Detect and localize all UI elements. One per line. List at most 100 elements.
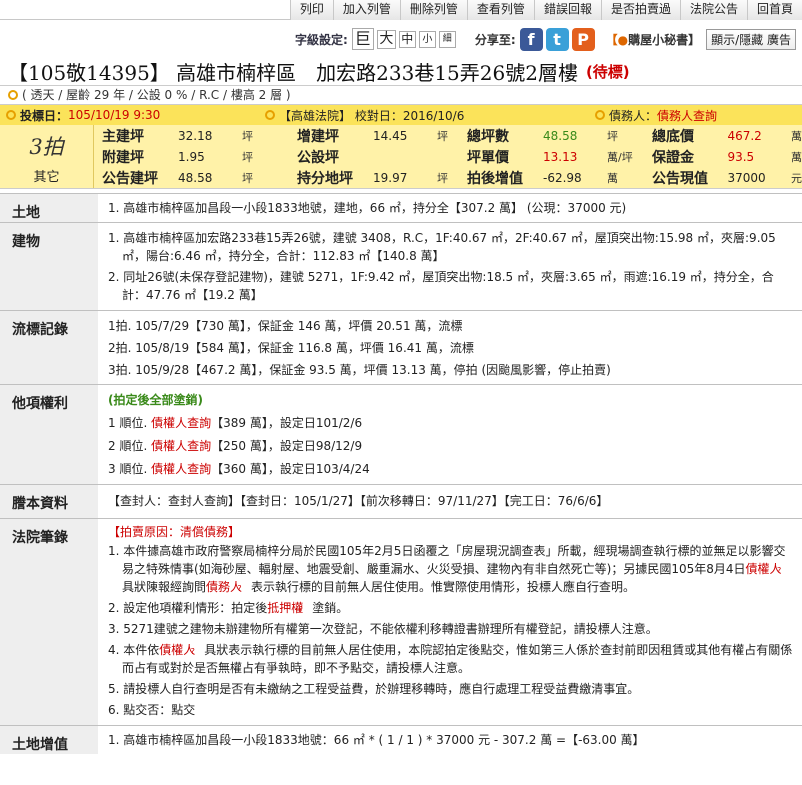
price-label: 保證金 [652,149,694,166]
history-value: 1拍. 105/7/29【730 萬】，保証金 146 萬，坪價 20.51 萬… [98,310,802,385]
price-value: 1.95 [178,149,205,164]
property-summary: ( 透天 / 屋齡 29 年 / 公設 0 % / R.C / 樓高 2 層 ) [0,86,802,105]
price-cell: 公告建坪 48.58 坪 [102,167,297,189]
help-icon[interactable]: ? [777,566,791,575]
plurk-icon[interactable]: P [571,27,595,51]
price-unit: 坪 [242,129,253,143]
top-toolbar: 列印 加入列管 刪除列管 查看列管 錯誤回報 是否拍賣過 法院公告 回首頁 [0,0,802,20]
auction-round: 3拍 其它 [0,125,94,188]
history-item: 1拍. 105/7/29【730 萬】，保証金 146 萬，坪價 20.51 萬… [108,319,463,333]
rights-detail: 【360 萬】，設定日103/4/24 [211,462,370,476]
building-value: 1. 高雄市楠梓區加宏路233巷15弄26號，建號 3408，R.C，1F:40… [98,222,802,311]
court-notice-button[interactable]: 法院公告 [679,0,747,20]
debtor-query-link[interactable]: 債務人查詢 [657,107,717,124]
price-unit: 萬 [607,172,618,185]
price-unit: 坪 [437,129,448,143]
price-unit: 元 [791,172,802,185]
price-value: 13.13 [543,149,578,164]
creditor-query-link[interactable]: 債權人查詢 [151,439,211,453]
help-icon[interactable]: ? [191,647,204,656]
rights-detail: 【389 萬】，設定日101/2/6 [211,416,363,430]
court-text: 4. 本件依 [108,643,160,657]
court-text: 6. 點交否：點交 [108,703,196,717]
court-info: 【高雄法院】 校對日：2016/10/6 [265,107,595,124]
land-row: 土地 1. 高雄市楠梓區加昌段一小段1833地號，建地，66 ㎡，持分全【307… [0,193,802,223]
building-item: 2. 同址26號(未保存登記建物)，建號 5271，1F:9.42 ㎡，屋頂突出… [108,270,774,302]
secretary-link[interactable]: 【●購屋小秘書】 [606,31,701,48]
font-size-large[interactable]: 大 [376,29,396,49]
price-grid: 主建坪 32.18 坪增建坪 14.45 坪總坪數 48.58 坪總底價 467.2 萬附建坪 1… [94,125,802,188]
report-error-button[interactable]: 錯誤回報 [533,0,601,20]
help-icon[interactable]: ? [237,584,251,593]
debtor-label: 債務人： [609,108,658,123]
court-item: 1. 本件據高雄市政府警察局楠梓分局於民國105年2月5日函覆之「房屋現況調查表… [108,542,796,596]
court-items: 1. 本件據高雄市政府警察局楠梓分局於民國105年2月5日函覆之「房屋現況調查表… [108,542,796,719]
font-size-huge[interactable]: 巨 [351,28,374,50]
price-value: 467.2 [727,128,762,143]
creditor-query-link[interactable]: 債權人查詢 [151,416,211,430]
toggle-ads-button[interactable]: 顯示/隱藏 廣告 [706,28,796,50]
price-unit: 萬 [791,129,802,143]
court-text: 表示執行標的目前無人居住使用。惟實際使用情形，投標人應自行查明。 [251,580,636,594]
price-value: 37000 [727,171,766,185]
price-cell: 持分地坪 19.97 坪 [297,167,467,189]
court-item: 5. 請投標人自行查明是否有未繳納之工程受益費，於辦理移轉時，應自行處理工程受益… [108,680,796,698]
info-bar: 投標日： 105/10/19 9:30 【高雄法院】 校對日：2016/10/6… [0,105,802,125]
view-watch-button[interactable]: 查看列管 [466,0,534,20]
price-cell: 公告現值 37000 元 [652,167,802,189]
font-size-small[interactable]: 小 [418,30,436,48]
court-text: 具狀表示執行標的目前無人居住使用，本院認拍定後點交，惟如第三人係於查封前即因租賃… [122,643,793,675]
font-size-medium[interactable]: 中 [398,30,416,48]
history-row: 流標記錄 1拍. 105/7/29【730 萬】，保証金 146 萬，坪價 20… [0,310,802,385]
remove-watch-button[interactable]: 刪除列管 [399,0,467,20]
creditor-query-link[interactable]: 債權人查詢 [151,462,211,476]
rights-prefix: 2 順位. [108,439,152,453]
price-label: 公告現值 [652,171,708,187]
auction-date-value: 105/10/19 9:30 [68,108,161,122]
court-item: 6. 點交否：點交 [108,701,796,719]
page-title: 【105敬14395】 高雄市楠梓區 加宏路233巷15弄26號2層樓 [8,61,578,85]
price-unit: 坪 [242,172,253,185]
round-number: 3拍 [29,135,64,159]
secretary-label: 購屋小秘書 [628,32,689,47]
transcript-value: 【查封人：查封人查詢】【查封日：105/1/27】【前次移轉日：97/11/27… [98,484,802,519]
court-text: 2. 設定他項權利情形：拍定後 [108,601,268,615]
history-label: 流標記錄 [0,310,98,385]
twitter-icon[interactable]: t [545,27,569,51]
auctioned-before-button[interactable]: 是否拍賣過 [600,0,680,20]
rights-label: 他項權利 [0,384,98,485]
font-size-label: 字級設定: [295,32,348,47]
font-size-tiny[interactable]: 細 [438,30,456,48]
price-cell: 增建坪 14.45 坪 [297,125,467,146]
court-text: 1. 本件據高雄市政府警察局楠梓分局於民國105年2月5日函覆之「房屋現況調查表… [108,544,786,576]
detail-table: 土地 1. 高雄市楠梓區加昌段一小段1833地號，建地，66 ㎡，持分全【307… [0,193,802,754]
facebook-icon[interactable]: f [519,27,543,51]
rights-note: (拍定後全部塗銷) [108,393,203,407]
court-item: 2. 設定他項權利情形：拍定後抵押權? 塗銷。 [108,599,796,617]
price-unit: 坪 [437,172,448,185]
rights-prefix: 3 順位. [108,462,152,476]
print-button[interactable]: 列印 [289,0,333,20]
bullet-icon [595,110,605,120]
add-watch-button[interactable]: 加入列管 [332,0,400,20]
price-unit: 萬/坪 [607,150,633,164]
party-link[interactable]: 抵押權 [267,601,303,615]
price-value: 93.5 [727,149,755,164]
building-item: 1. 高雄市楠梓區加宏路233巷15弄26號，建號 3408，R.C，1F:40… [108,231,776,263]
home-button[interactable]: 回首頁 [746,0,802,20]
land-label: 土地 [0,193,98,223]
price-label: 總底價 [652,128,694,145]
help-icon[interactable]: ? [299,605,312,614]
price-cell: 公設坪 [297,146,467,167]
price-value: 48.58 [543,128,578,143]
price-label: 附建坪 [102,149,144,166]
transcript-row: 謄本資料 【查封人：查封人查詢】【查封日：105/1/27】【前次移轉日：97/… [0,484,802,519]
building-label: 建物 [0,222,98,311]
rights-prefix: 1 順位. [108,416,152,430]
price-label: 拍後增值 [467,171,523,187]
party-link[interactable]: 債權人 [159,643,195,657]
price-cell: 保證金 93.5 萬 [652,146,802,167]
bullet-icon [6,110,16,120]
increase-row: 土地增值 1. 高雄市楠梓區加昌段一小段1833地號：66 ㎡ * ( 1 / … [0,725,802,754]
auction-date: 投標日： 105/10/19 9:30 [0,107,265,124]
